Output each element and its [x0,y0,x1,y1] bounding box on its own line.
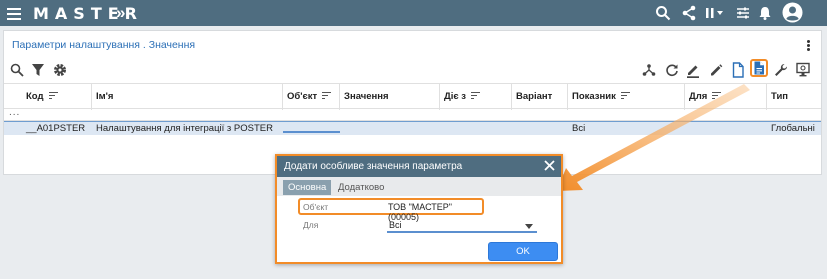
column-valid-from[interactable]: Діє з [440,84,512,110]
panel-title: Параметри налаштування . Значення [12,39,196,51]
hierarchy-icon[interactable] [642,63,656,77]
tab-additional[interactable]: Додатково [333,180,389,195]
column-indicator[interactable]: Показник [568,84,685,110]
edit-line-icon[interactable] [686,62,700,78]
sort-icon[interactable] [620,91,630,101]
close-icon[interactable] [543,159,556,172]
for-select[interactable]: Всі [387,219,537,233]
pencil-icon[interactable] [709,63,723,77]
filter-icon[interactable] [31,63,45,77]
sort-icon[interactable] [712,91,722,101]
filter-settings-icon[interactable] [735,5,751,21]
column-variant[interactable]: Варіант [512,84,568,110]
column-code[interactable]: Код [22,84,92,110]
search-icon[interactable] [10,63,24,77]
object-cell-editor[interactable] [283,131,340,133]
pause-icon[interactable] [703,5,725,21]
dialog-title: Додати особливе значення параметра [284,161,463,172]
menu-icon[interactable] [6,5,22,21]
object-label: Об'єкт [303,202,329,212]
more-options-icon[interactable] [807,40,811,52]
for-value: Всі [389,220,402,230]
account-icon[interactable] [782,2,803,23]
cell-code: __A01PSTER [26,123,86,134]
column-object[interactable]: Об'єкт [283,84,340,110]
for-label: Для [303,220,319,230]
column-type[interactable]: Тип [767,84,821,110]
refresh-icon[interactable] [665,63,679,77]
column-name[interactable]: Ім'я [92,84,283,110]
tab-main[interactable]: Основна [283,180,332,195]
column-for[interactable]: Для [685,84,767,110]
filter-row: ... [4,107,821,121]
search-icon[interactable] [655,5,671,21]
add-special-value-icon[interactable] [750,59,768,77]
cell-indicator: Всі [572,123,586,134]
add-special-value-dialog: Додати особливе значення параметра Основ… [275,154,563,264]
wrench-icon[interactable] [774,63,788,77]
sort-icon[interactable] [48,91,58,101]
app-bar: MASTER » [0,0,827,26]
table-header: Код Ім'я Об'єкт Значення Діє з Варіант П… [4,83,821,110]
share-icon[interactable] [681,5,697,21]
sort-icon[interactable] [322,91,332,101]
ok-button[interactable]: OK [488,242,558,261]
gear-icon[interactable] [53,63,67,77]
column-value[interactable]: Значення [340,84,440,110]
monitor-icon[interactable] [796,62,810,78]
table-row[interactable]: __A01PSTER Налаштування для інтеграції з… [4,121,821,135]
cell-name: Налаштування для інтеграції з POSTER [96,123,273,134]
brand-expand-icon[interactable]: » [116,3,125,23]
new-document-icon[interactable] [731,62,745,78]
bell-icon[interactable] [757,5,773,21]
sort-icon[interactable] [471,91,481,101]
app-brand: MASTER [33,4,143,23]
cell-type: Глобальні [771,123,815,134]
object-field[interactable]: Об'єкт ТОВ "МАСТЕР" (00005) [298,198,484,222]
dialog-header: Додати особливе значення параметра [277,156,561,177]
dialog-tabs: Основна Додатково [277,177,561,196]
row-options-icon[interactable]: ... [9,107,20,118]
chevron-down-icon[interactable] [525,224,533,229]
